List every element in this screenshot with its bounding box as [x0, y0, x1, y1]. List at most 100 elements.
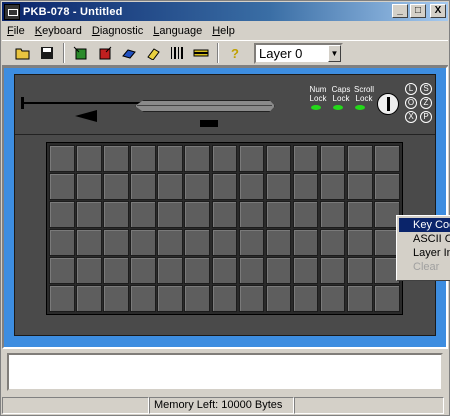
- keypad-key[interactable]: [347, 285, 373, 312]
- keypad-key[interactable]: [130, 285, 156, 312]
- menu-help[interactable]: Help: [207, 25, 240, 37]
- keypad-key[interactable]: [265, 145, 292, 172]
- keypad-key[interactable]: [184, 229, 210, 256]
- keypad-key[interactable]: [49, 145, 75, 172]
- read-keyboard-icon[interactable]: [70, 42, 92, 64]
- keypad-key[interactable]: [157, 145, 183, 172]
- keypad-key[interactable]: [265, 257, 292, 284]
- keypad-key[interactable]: [211, 173, 238, 200]
- keypad-key[interactable]: [238, 173, 265, 200]
- keypad-key[interactable]: [211, 285, 238, 312]
- help-question-icon[interactable]: ?: [224, 42, 246, 64]
- layer-select[interactable]: Layer 0 ▼: [254, 42, 343, 64]
- keypad-key[interactable]: [157, 201, 183, 228]
- keypad-key[interactable]: [103, 285, 129, 312]
- keypad-key[interactable]: [130, 145, 156, 172]
- keypad-key[interactable]: [374, 145, 400, 172]
- keypad-key[interactable]: [76, 145, 102, 172]
- menu-item-layer-inc[interactable]: Layer Inc: [399, 246, 450, 260]
- keypad-key[interactable]: [211, 257, 238, 284]
- keypad-key[interactable]: [103, 201, 129, 228]
- save-disk-icon[interactable]: [36, 42, 58, 64]
- keypad-key[interactable]: [265, 229, 292, 256]
- key-switch-icon[interactable]: [377, 93, 399, 115]
- menu-diagnostic[interactable]: Diagnostic: [87, 25, 148, 37]
- keypad-key[interactable]: [265, 285, 292, 312]
- keypad-key[interactable]: [76, 173, 102, 200]
- title-bar[interactable]: PKB-078 - Untitled _ □ X: [2, 2, 448, 21]
- keypad-key[interactable]: [292, 173, 319, 200]
- keypad-key[interactable]: [49, 201, 75, 228]
- barcode-icon[interactable]: [166, 42, 188, 64]
- keypad-key[interactable]: [319, 145, 346, 172]
- keypad-key[interactable]: [130, 229, 156, 256]
- keypad-key[interactable]: [319, 229, 346, 256]
- keypad-key[interactable]: [292, 145, 319, 172]
- keypad-key[interactable]: [76, 201, 102, 228]
- close-button[interactable]: X: [430, 4, 446, 18]
- chevron-down-icon[interactable]: ▼: [328, 44, 341, 62]
- keypad-key[interactable]: [347, 257, 373, 284]
- keypad-key[interactable]: [238, 229, 265, 256]
- keypad-key[interactable]: [347, 173, 373, 200]
- keypad-key[interactable]: [157, 173, 183, 200]
- magstripe-icon[interactable]: [190, 42, 212, 64]
- maximize-button[interactable]: □: [410, 4, 426, 18]
- keypad-key[interactable]: [76, 229, 102, 256]
- keypad-key[interactable]: [157, 229, 183, 256]
- keypad-key[interactable]: [374, 173, 400, 200]
- keypad-key[interactable]: [184, 257, 210, 284]
- menu-language[interactable]: Language: [148, 25, 207, 37]
- keypad-key[interactable]: [238, 145, 265, 172]
- keypad-key[interactable]: [49, 173, 75, 200]
- keypad-key[interactable]: [184, 145, 210, 172]
- keypad-key[interactable]: [103, 229, 129, 256]
- keypad-key[interactable]: [319, 173, 346, 200]
- keypad-key[interactable]: [49, 229, 75, 256]
- keypad-key[interactable]: [319, 285, 346, 312]
- keypad-key[interactable]: [347, 229, 373, 256]
- keypad-key[interactable]: [157, 285, 183, 312]
- keypad-key[interactable]: [184, 201, 210, 228]
- minimize-button[interactable]: _: [392, 4, 408, 18]
- keypad-key[interactable]: [265, 201, 292, 228]
- keypad-key[interactable]: [211, 201, 238, 228]
- keypad-key[interactable]: [238, 257, 265, 284]
- menu-item-ascii-code[interactable]: ASCII Co: [399, 232, 450, 246]
- keypad-key[interactable]: [49, 257, 75, 284]
- keypad-key[interactable]: [319, 201, 346, 228]
- keypad-key[interactable]: [76, 257, 102, 284]
- keypad-key[interactable]: [157, 257, 183, 284]
- keypad-key[interactable]: [103, 173, 129, 200]
- keypad-key[interactable]: [184, 285, 210, 312]
- keypad-key[interactable]: [292, 285, 319, 312]
- test-keyboard-icon[interactable]: [118, 42, 140, 64]
- keypad-key[interactable]: [374, 285, 400, 312]
- keypad-key[interactable]: [130, 201, 156, 228]
- keypad-key[interactable]: [319, 257, 346, 284]
- keypad-key[interactable]: [292, 257, 319, 284]
- eraser-icon[interactable]: [142, 42, 164, 64]
- keypad-key[interactable]: [238, 201, 265, 228]
- keypad-key[interactable]: [292, 201, 319, 228]
- keypad-key[interactable]: [238, 285, 265, 312]
- keypad-key[interactable]: [347, 201, 373, 228]
- keypad-key[interactable]: [347, 145, 373, 172]
- keypad-key[interactable]: [76, 285, 102, 312]
- keypad-key[interactable]: [211, 229, 238, 256]
- write-keyboard-icon[interactable]: [94, 42, 116, 64]
- keypad-key[interactable]: [130, 173, 156, 200]
- keypad-key[interactable]: [49, 285, 75, 312]
- app-icon[interactable]: [4, 3, 20, 20]
- keypad-key[interactable]: [265, 173, 292, 200]
- card-slot[interactable]: [135, 100, 275, 112]
- keypad-key[interactable]: [103, 145, 129, 172]
- keypad-key[interactable]: [184, 173, 210, 200]
- menu-file[interactable]: File: [2, 25, 30, 37]
- keypad-key[interactable]: [292, 229, 319, 256]
- menu-item-key-code[interactable]: Key Code: [399, 218, 450, 232]
- open-folder-icon[interactable]: [12, 42, 34, 64]
- keypad-key[interactable]: [130, 257, 156, 284]
- menu-keyboard[interactable]: Keyboard: [30, 25, 87, 37]
- keypad-key[interactable]: [211, 145, 238, 172]
